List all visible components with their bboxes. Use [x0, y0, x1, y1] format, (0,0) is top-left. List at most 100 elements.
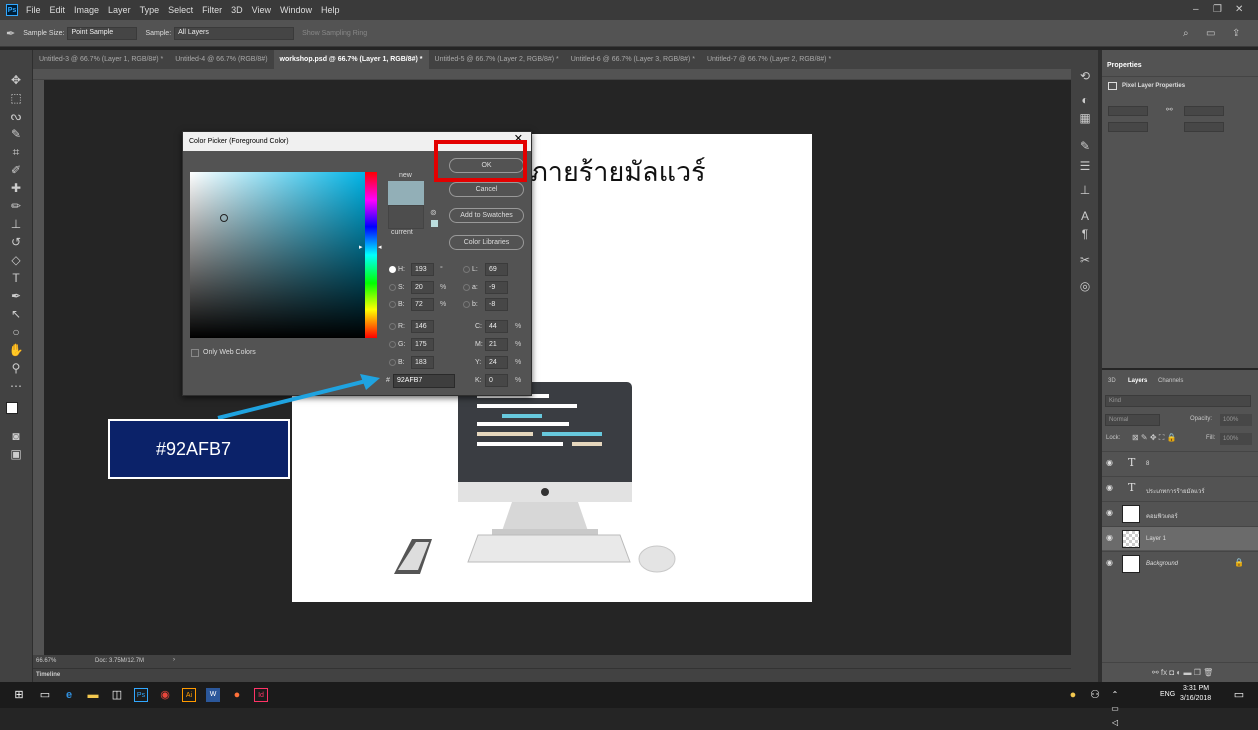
only-web-colors-checkbox[interactable] — [191, 349, 199, 357]
gamut-warning-icon[interactable]: ⊚ — [430, 208, 437, 217]
cancel-button[interactable]: Cancel — [449, 182, 524, 197]
menu-image[interactable]: Image — [74, 5, 99, 15]
brush-tool-icon[interactable]: ✏ — [8, 198, 24, 214]
hex-field[interactable]: 92AFB7 — [393, 374, 455, 388]
tab-untitled-6[interactable]: Untitled-6 @ 66.7% (Layer 3, RGB/8#) * — [565, 50, 701, 69]
3d-panel-icon[interactable]: ◎ — [1077, 278, 1093, 294]
hand-tool-icon[interactable]: ✋ — [8, 342, 24, 358]
y-field[interactable]: 24 — [485, 356, 508, 369]
layer-row[interactable]: ◉ T 8 — [1102, 451, 1258, 475]
visibility-eye-icon[interactable]: ◉ — [1106, 458, 1113, 467]
file-explorer-icon[interactable]: ▬ — [86, 688, 100, 702]
lab-b-radio[interactable] — [463, 301, 470, 308]
r-field[interactable]: 146 — [411, 320, 434, 333]
blue-radio[interactable] — [389, 359, 396, 366]
a-field[interactable]: -9 — [485, 281, 508, 294]
layer-row[interactable]: ◉ T ประเภทการร้ายมัลแวร์ — [1102, 476, 1258, 500]
clock-time[interactable]: 3:31 PM — [1183, 685, 1209, 692]
layer-actions-bar[interactable]: ⚯ fx ◘ ◐ ▬ ❐ 🗑 — [1102, 662, 1258, 682]
paragraph-panel-icon[interactable]: ¶ — [1077, 226, 1093, 242]
clock-date[interactable]: 3/16/2018 — [1180, 695, 1211, 702]
hue-slider[interactable] — [365, 172, 377, 338]
eyedropper-icon[interactable]: ✒ — [6, 27, 15, 40]
visibility-eye-icon[interactable]: ◉ — [1106, 533, 1113, 542]
tab-untitled-5[interactable]: Untitled-5 @ 66.7% (Layer 2, RGB/8#) * — [429, 50, 565, 69]
b-field[interactable]: 72 — [411, 298, 434, 311]
timeline-label[interactable]: Timeline — [36, 672, 60, 678]
height-field[interactable] — [1184, 106, 1224, 116]
minimize-icon[interactable]: ‒ — [1193, 4, 1199, 15]
k-field[interactable]: 0 — [485, 374, 508, 387]
quick-select-tool-icon[interactable]: ✎ — [8, 126, 24, 142]
task-view-icon[interactable]: ▭ — [38, 688, 52, 702]
windows-start-icon[interactable]: ⊞ — [12, 688, 26, 702]
color-field-cursor[interactable] — [220, 214, 228, 222]
menu-select[interactable]: Select — [168, 5, 193, 15]
adjust-panel-icon[interactable]: ☰ — [1077, 158, 1093, 174]
tools-preset-icon[interactable]: ✂ — [1077, 252, 1093, 268]
l-field[interactable]: 69 — [485, 263, 508, 276]
lab-b-field[interactable]: -8 — [485, 298, 508, 311]
r-radio[interactable] — [389, 323, 396, 330]
eraser-tool-icon[interactable]: ◇ — [8, 252, 24, 268]
menu-filter[interactable]: Filter — [202, 5, 222, 15]
edge-icon[interactable]: e — [62, 688, 76, 702]
menu-help[interactable]: Help — [321, 5, 340, 15]
menu-type[interactable]: Type — [140, 5, 160, 15]
visibility-eye-icon[interactable]: ◉ — [1106, 483, 1113, 492]
lasso-tool-icon[interactable]: ᔓ — [8, 108, 24, 124]
history-brush-icon[interactable]: ↺ — [8, 234, 24, 250]
link-icon[interactable]: ⚯ — [1166, 105, 1173, 114]
close-icon[interactable]: ✕ — [1235, 4, 1243, 15]
shape-tool-icon[interactable]: ○ — [8, 324, 24, 340]
menu-edit[interactable]: Edit — [50, 5, 66, 15]
blue-field[interactable]: 183 — [411, 356, 434, 369]
clone-panel-icon[interactable]: ⊥ — [1077, 182, 1093, 198]
tray-app-icon[interactable]: ● — [1066, 688, 1080, 702]
x-field[interactable] — [1108, 122, 1148, 132]
zoom-tool-icon[interactable]: ⚲ — [8, 360, 24, 376]
share-icon[interactable]: ⇪ — [1232, 28, 1240, 39]
lock-icons[interactable]: ⊠ ✎ ✥ ⛶ 🔒 — [1132, 433, 1177, 443]
layer-filter[interactable]: Kind — [1105, 395, 1251, 407]
healing-tool-icon[interactable]: ✚ — [8, 180, 24, 196]
s-field[interactable]: 20 — [411, 281, 434, 294]
tab-channels[interactable]: Channels — [1158, 378, 1183, 384]
h-radio[interactable] — [389, 266, 396, 273]
opacity-field[interactable]: 100% — [1220, 414, 1252, 426]
m-field[interactable]: 21 — [485, 338, 508, 351]
web-safe-icon[interactable] — [431, 220, 438, 227]
a-radio[interactable] — [463, 284, 470, 291]
more-tools-icon[interactable]: ⋯ — [8, 378, 24, 394]
notifications-icon[interactable]: ▭ — [1232, 688, 1246, 702]
add-to-swatches-button[interactable]: Add to Swatches — [449, 208, 524, 223]
g-field[interactable]: 175 — [411, 338, 434, 351]
eyedropper-tool-icon[interactable]: ✐ — [8, 162, 24, 178]
layer-row-selected[interactable]: ◉ Layer 1 — [1102, 526, 1258, 550]
word-icon[interactable]: W — [206, 688, 220, 702]
marquee-tool-icon[interactable]: ⬚ — [8, 90, 24, 106]
character-panel-icon[interactable]: A — [1077, 208, 1093, 224]
l-radio[interactable] — [463, 266, 470, 273]
search-icon[interactable]: ⌕ — [1183, 28, 1189, 39]
blend-mode-select[interactable]: Normal — [1105, 414, 1160, 426]
hue-arrow-right-icon[interactable]: ◂ — [378, 243, 382, 251]
screen-mode-icon[interactable]: ▣ — [8, 446, 24, 462]
tab-untitled-7[interactable]: Untitled-7 @ 66.7% (Layer 2, RGB/8#) * — [701, 50, 837, 69]
tray-arrows-icon[interactable]: ⌃ ▭ ◁ — [1108, 688, 1122, 727]
indesign-icon[interactable]: Id — [254, 688, 268, 702]
fill-field[interactable]: 100% — [1220, 433, 1252, 445]
people-icon[interactable]: ⚇ — [1088, 688, 1102, 702]
tab-workshop[interactable]: workshop.psd @ 66.7% (Layer 1, RGB/8#) * — [273, 50, 429, 69]
c-field[interactable]: 44 — [485, 320, 508, 333]
hue-arrow-left-icon[interactable]: ▸ — [359, 243, 363, 251]
layer-row[interactable]: ◉ Background 🔒 — [1102, 551, 1258, 575]
tab-untitled-4[interactable]: Untitled-4 @ 66.7% (RGB/8#) — [169, 50, 273, 69]
language-indicator[interactable]: ENG — [1160, 691, 1175, 698]
store-icon[interactable]: ◫ — [110, 688, 124, 702]
width-field[interactable] — [1108, 106, 1148, 116]
stamp-tool-icon[interactable]: ⊥ — [8, 216, 24, 232]
type-tool-icon[interactable]: T — [8, 270, 24, 286]
illustrator-icon[interactable]: Ai — [182, 688, 196, 702]
workspace-icon[interactable]: ▭ — [1206, 28, 1215, 39]
